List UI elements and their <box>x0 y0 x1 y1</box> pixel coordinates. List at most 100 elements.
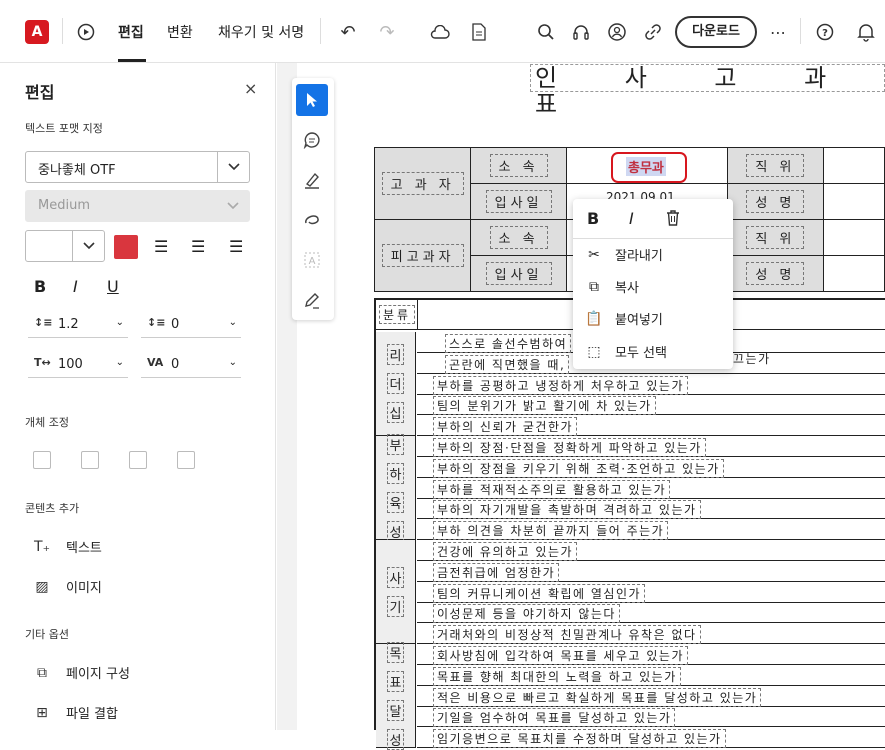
comment-icon[interactable] <box>296 124 328 156</box>
sign-pen-icon[interactable] <box>296 284 328 316</box>
category-label-char[interactable]: 달 <box>386 699 405 721</box>
undo-icon[interactable]: ↶ <box>338 22 358 43</box>
criteria-text[interactable]: 팀의 분위기가 밝고 활기에 차 있는가 <box>433 396 656 416</box>
share-user-icon[interactable] <box>607 22 627 42</box>
paste-menu-item[interactable]: 📋 붙여넣기 <box>585 309 663 329</box>
tools-icon[interactable] <box>76 22 96 42</box>
font-weight-select[interactable]: Medium <box>25 190 250 222</box>
more-options-icon[interactable]: ⋯ <box>768 22 788 42</box>
page-organize-button[interactable]: ⧉ 페이지 구성 <box>32 663 130 683</box>
name-value-cell[interactable] <box>822 183 885 220</box>
notification-bell-icon[interactable] <box>856 22 876 42</box>
name-value-cell[interactable] <box>822 255 885 292</box>
position-value-cell[interactable] <box>822 219 885 256</box>
font-family-select[interactable]: 중나좋체 OTF <box>25 151 250 183</box>
criteria-text[interactable]: 팀의 커뮤니케이션 확립에 열심인가 <box>433 583 646 603</box>
horizontal-scale-stepper[interactable]: T↔ 100 ⌄ <box>28 354 128 378</box>
criteria-text[interactable]: 부하의 자기개발을 촉발하며 격려하고 있는가 <box>433 500 701 520</box>
category-label-char[interactable]: 하 <box>386 462 405 484</box>
cut-menu-item[interactable]: ✂ 잘라내기 <box>585 245 663 265</box>
category-label-char[interactable]: 목 <box>386 641 405 663</box>
bold-icon[interactable]: B <box>34 277 46 296</box>
read-aloud-icon[interactable] <box>571 22 591 42</box>
criteria-text[interactable]: 스스로 솔선수범하여 <box>445 334 572 353</box>
document-title[interactable]: 인 사 고 과 표 <box>530 64 885 117</box>
text-color-swatch[interactable] <box>114 235 138 259</box>
criteria-text[interactable]: 적은 비용으로 빠르고 확실하게 목표를 달성하고 있는가 <box>433 687 762 707</box>
criteria-text[interactable]: 부하 의견을 차분히 끝까지 들어 주는가 <box>433 521 669 541</box>
close-panel-icon[interactable]: × <box>244 79 257 98</box>
align-left-icon[interactable]: ☰ <box>229 237 243 256</box>
rater-label[interactable]: 고 과 자 <box>381 172 464 195</box>
criteria-text[interactable]: 곤란에 직면했을 때, <box>445 354 570 374</box>
tab-fill-sign[interactable]: 채우기 및 서명 <box>218 22 304 42</box>
join-date-label[interactable]: 입사일 <box>485 262 552 285</box>
category-label-char[interactable]: 부 <box>386 433 405 455</box>
dept-label[interactable]: 소 속 <box>489 226 548 249</box>
add-image-button[interactable]: ▨ 이미지 <box>32 577 102 597</box>
acrobat-logo-icon[interactable]: A <box>25 20 49 44</box>
category-label-char[interactable]: 더 <box>386 373 405 394</box>
criteria-text[interactable]: 건강에 유의하고 있는가 <box>433 542 578 561</box>
bold-button[interactable]: B <box>587 209 599 228</box>
add-text-button[interactable]: T₊ 텍스트 <box>32 537 102 557</box>
char-spacing-stepper[interactable]: VA 0 ⌄ <box>141 354 241 378</box>
search-icon[interactable] <box>536 22 556 42</box>
category-label-char[interactable]: 리 <box>386 344 405 365</box>
criteria-text[interactable]: 거래처와의 비정상적 친밀관계나 유착은 없다 <box>433 625 701 645</box>
category-label-char[interactable]: 표 <box>386 670 405 692</box>
name-label[interactable]: 성 명 <box>746 262 805 285</box>
underline-icon[interactable]: U <box>107 277 119 296</box>
bullet-list-icon[interactable]: ☰ <box>154 237 168 256</box>
crop-icon[interactable] <box>177 451 195 469</box>
font-size-select[interactable] <box>25 230 105 262</box>
ratee-label[interactable]: 피고과자 <box>381 244 464 267</box>
position-label[interactable]: 직 위 <box>746 226 805 249</box>
criteria-text[interactable]: 부하를 적재적소주의로 활용하고 있는가 <box>433 479 671 499</box>
arrange-icon[interactable] <box>81 451 99 469</box>
highlight-pen-icon[interactable] <box>296 164 328 196</box>
cloud-icon[interactable] <box>430 22 450 42</box>
criteria-text[interactable]: 기일을 엄수하여 목표를 달성하고 있는가 <box>433 708 676 728</box>
dept-label[interactable]: 소 속 <box>489 154 548 177</box>
numbered-list-icon[interactable]: ☰ <box>191 237 205 256</box>
position-value-cell[interactable] <box>822 147 885 184</box>
tab-edit[interactable]: 편집 <box>118 22 144 42</box>
criteria-text[interactable]: 부하의 신뢰가 굳건한가 <box>433 417 578 437</box>
download-button[interactable]: 다운로드 <box>675 16 757 48</box>
select-cursor-icon[interactable] <box>296 84 328 116</box>
selected-dept-text[interactable]: 총무과 <box>626 157 666 176</box>
criteria-text[interactable]: 부하의 장점을 키우기 위해 조력·조언하고 있는가 <box>433 458 724 478</box>
position-label[interactable]: 직 위 <box>746 154 805 177</box>
delete-trash-icon[interactable] <box>665 209 681 230</box>
document-info-icon[interactable] <box>469 22 489 42</box>
category-label-char[interactable]: 성 <box>386 728 405 750</box>
combine-files-button[interactable]: ⊞ 파일 결합 <box>32 703 118 723</box>
tab-convert[interactable]: 변환 <box>167 22 193 42</box>
criteria-text[interactable]: 목표를 향해 최대한의 노력을 하고 있는가 <box>433 666 681 686</box>
flip-icon[interactable] <box>33 451 51 469</box>
link-icon[interactable] <box>643 22 663 42</box>
name-label[interactable]: 성 명 <box>746 190 805 213</box>
help-icon[interactable]: ? <box>815 22 835 42</box>
text-box-icon[interactable]: A <box>296 244 328 276</box>
criteria-text[interactable]: 회사방침에 입각하여 목표를 세우고 있는가 <box>433 646 688 665</box>
copy-menu-item[interactable]: ⧉ 복사 <box>585 277 639 297</box>
select-all-menu-item[interactable]: ⬚ 모두 선택 <box>585 342 667 362</box>
italic-button[interactable]: I <box>629 209 634 228</box>
italic-icon[interactable]: I <box>73 277 78 296</box>
draw-freehand-icon[interactable] <box>296 204 328 236</box>
criteria-text[interactable]: 이성문제 등을 야기하지 않는다 <box>433 604 620 624</box>
criteria-text[interactable]: 임기응변으로 목표치를 수정하며 달성하고 있는가 <box>433 729 726 749</box>
line-spacing-stepper[interactable]: ↕≡ 1.2 ⌄ <box>28 314 128 338</box>
criteria-text[interactable]: 금전취급에 엄정한가 <box>433 562 560 582</box>
category-label-char[interactable]: 기 <box>386 595 405 617</box>
category-label-char[interactable]: 성 <box>386 520 405 542</box>
category-label-char[interactable]: 십 <box>386 402 405 423</box>
category-header[interactable]: 분류 <box>379 305 416 324</box>
join-date-label[interactable]: 입사일 <box>485 190 552 213</box>
criteria-text[interactable]: 부하의 장점·단점을 정확하게 파악하고 있는가 <box>433 438 706 457</box>
rotate-icon[interactable] <box>129 451 147 469</box>
category-label-char[interactable]: 육 <box>386 491 405 513</box>
paragraph-spacing-stepper[interactable]: ↕≡ 0 ⌄ <box>141 314 241 338</box>
